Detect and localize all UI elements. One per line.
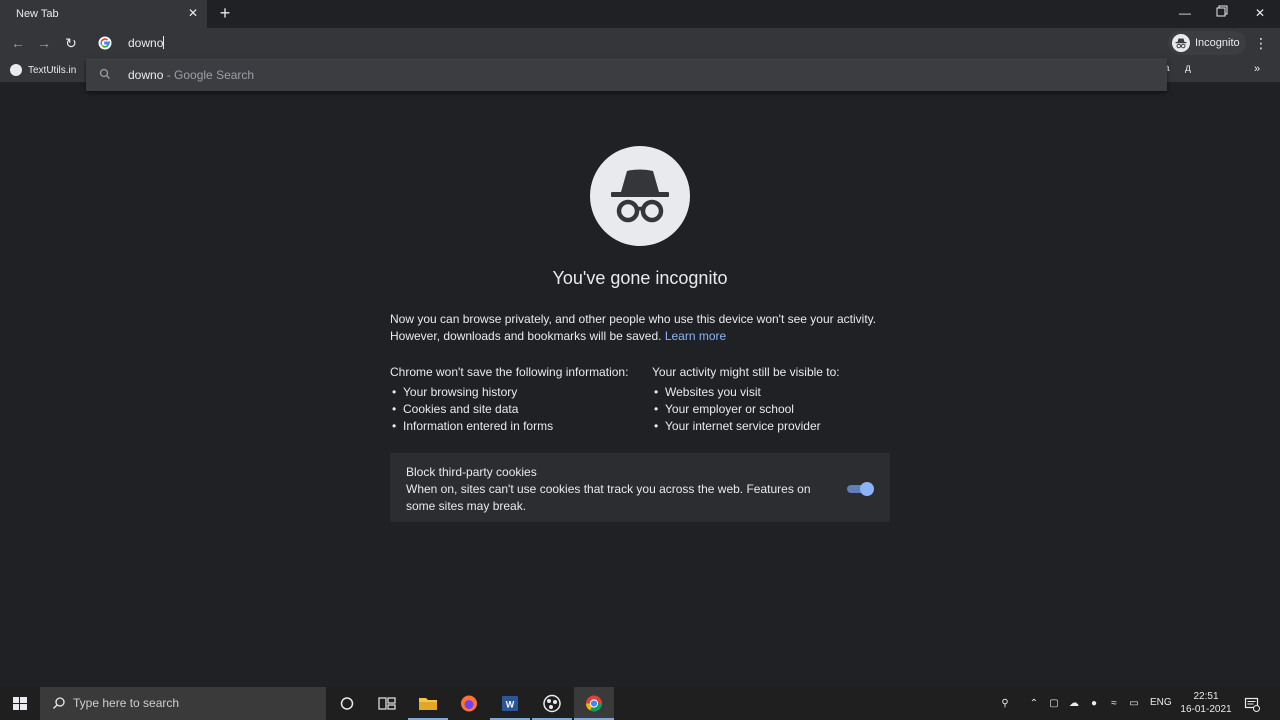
tab-strip: New Tab ✕ + — ✕	[0, 0, 1280, 28]
wifi-icon[interactable]: ≈	[1107, 697, 1121, 711]
list-item: Information entered in forms	[390, 418, 650, 435]
incognito-icon	[1172, 34, 1190, 52]
incognito-profile-button[interactable]: Incognito	[1168, 31, 1246, 55]
incognito-logo-icon	[590, 146, 690, 246]
learn-more-link[interactable]: Learn more	[665, 329, 726, 343]
file-explorer-icon[interactable]	[408, 687, 448, 720]
firefox-icon[interactable]	[449, 687, 489, 720]
taskbar-search-placeholder: Type here to search	[73, 696, 180, 710]
new-tab-plus-icon[interactable]: +	[217, 4, 233, 22]
chrome-icon[interactable]	[574, 687, 614, 720]
clock-date: 16-01-2021	[1180, 704, 1232, 715]
bookmark-textutils[interactable]: TextUtils.in	[10, 63, 76, 77]
minimize-icon[interactable]: —	[1177, 5, 1193, 21]
incognito-intro: Now you can browse privately, and other …	[390, 311, 890, 345]
battery-icon[interactable]: ▭	[1127, 697, 1141, 711]
tab-close-icon[interactable]: ✕	[186, 6, 200, 20]
more-vert-icon[interactable]: ⋮	[1254, 35, 1268, 51]
still-visible-column: Your activity might still be visible to:…	[652, 364, 912, 435]
list-item: Websites you visit	[652, 384, 912, 401]
cookie-controls-card: Block third-party cookies When on, sites…	[390, 453, 890, 522]
back-arrow-icon[interactable]: ←	[10, 35, 26, 51]
cookie-title: Block third-party cookies	[406, 465, 537, 479]
intro-line-1: Now you can browse privately, and other …	[390, 312, 877, 326]
wont-save-heading: Chrome won't save the following informat…	[390, 365, 629, 379]
cookie-description: When on, sites can't use cookies that tr…	[406, 482, 811, 513]
clock-time: 22:51	[1193, 691, 1219, 702]
word-icon[interactable]: W	[490, 687, 530, 720]
globe-icon	[10, 64, 22, 76]
omnibox-suggestion[interactable]: downo - Google Search	[86, 58, 1167, 91]
text-caret	[163, 36, 165, 49]
obs-icon[interactable]	[532, 687, 572, 720]
list-item: Your internet service provider	[652, 418, 912, 435]
omnibox[interactable]: downo	[86, 28, 1167, 58]
language-indicator[interactable]: ENG	[1150, 697, 1172, 708]
wont-save-column: Chrome won't save the following informat…	[390, 364, 650, 435]
forward-arrow-icon[interactable]: →	[36, 35, 52, 51]
toggle-thumb	[860, 482, 874, 496]
search-icon	[52, 696, 66, 710]
tab-title: New Tab	[16, 8, 59, 20]
page-title: You've gone incognito	[552, 268, 728, 288]
omnibox-input[interactable]: downo	[128, 36, 165, 50]
clock[interactable]: 22:51 16-01-2021	[1178, 690, 1234, 716]
notification-icon[interactable]	[1244, 696, 1260, 712]
suggestion-text: downo - Google Search	[128, 68, 255, 82]
meet-now-icon[interactable]: ▢	[1047, 697, 1061, 711]
bookmark-favicon-icon[interactable]: д	[1185, 63, 1197, 75]
still-visible-heading: Your activity might still be visible to:	[652, 365, 840, 379]
restore-icon[interactable]	[1214, 5, 1230, 21]
tab-new-tab[interactable]: New Tab ✕	[0, 0, 207, 28]
svg-text:W: W	[506, 700, 515, 710]
wont-save-list: Your browsing history Cookies and site d…	[390, 384, 650, 435]
bookmark-label: TextUtils.in	[28, 64, 77, 76]
reload-icon[interactable]: ↻	[63, 35, 79, 51]
chevron-up-icon[interactable]: ⌃	[1027, 697, 1041, 711]
list-item: Your employer or school	[652, 401, 912, 418]
search-icon	[98, 67, 112, 81]
taskbar: Type here to search W ⚲ ⌃ ▢ ☁ ● ≈ ▭ ENG …	[0, 687, 1280, 720]
profile-label: Incognito	[1195, 37, 1240, 49]
taskbar-search-box[interactable]: Type here to search	[40, 687, 326, 720]
intro-line-2: However, downloads and bookmarks will be…	[390, 329, 727, 343]
microphone-icon[interactable]: ●	[1087, 697, 1101, 711]
still-visible-list: Websites you visit Your employer or scho…	[652, 384, 912, 435]
google-g-icon	[98, 36, 112, 50]
people-icon[interactable]: ⚲	[998, 697, 1012, 711]
list-item: Your browsing history	[390, 384, 650, 401]
block-cookies-toggle[interactable]	[846, 482, 874, 496]
cortana-icon[interactable]	[327, 687, 367, 720]
chevron-right-icon[interactable]: »	[1254, 62, 1266, 76]
window-close-icon[interactable]: ✕	[1252, 5, 1268, 21]
task-view-icon[interactable]	[367, 687, 407, 720]
onedrive-cloud-icon[interactable]: ☁	[1067, 697, 1081, 711]
list-item: Cookies and site data	[390, 401, 650, 418]
windows-start-icon[interactable]	[0, 687, 40, 720]
